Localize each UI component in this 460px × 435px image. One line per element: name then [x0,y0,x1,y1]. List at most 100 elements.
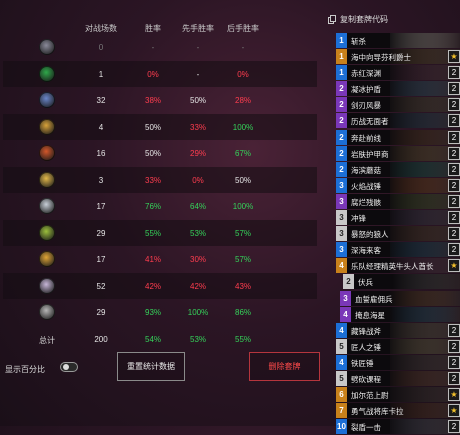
copy-deck-code-link[interactable]: 复制套牌代码 [328,14,388,25]
card-cost: 1 [336,65,347,81]
deck-card[interactable]: 3 深海来客 2 [336,242,460,258]
rogue-class-icon [39,118,55,135]
second-winrate-cell: 100% [232,202,254,211]
card-cost: 2 [336,97,347,113]
copy-icon [328,15,336,24]
deck-card[interactable]: 3 腐烂残骸 2 [336,193,460,209]
card-cost: 5 [336,338,347,354]
stats-table: 对战场数 胜率 先手胜率 后手胜率 0 - - - 1 0% - 0% 32 38% 50% 28% 4… [3,14,317,352]
copy-deck-code-label: 复制套牌代码 [340,15,388,24]
deck-card[interactable]: 6 加尔范上尉 ★ [336,387,460,403]
card-count-badge: 2 [448,355,460,369]
stats-row: 32 38% 50% 28% [3,87,317,114]
second-winrate-cell: 67% [234,149,252,158]
card-bar: 凝冰护盾 [347,81,460,97]
mage-class-icon [39,92,55,108]
card-cost: 3 [336,210,347,226]
deck-card[interactable]: 5 匠人之锤 2 [336,338,460,354]
winrate-cell: 55% [144,228,162,238]
deck-card[interactable]: 4 铁匠锤 2 [336,354,460,370]
card-name: 火焰战锤 [351,181,381,191]
deck-card[interactable]: 2 剑刃风暴 2 [336,97,460,113]
winrate-cell: 50% [144,122,162,132]
card-cost: 10 [336,419,347,435]
card-name: 裂盾一击 [351,423,381,433]
card-bar: 勇气战将库卡拉 [347,403,460,419]
second-winrate-cell: 57% [234,255,252,264]
card-bar: 岩肤护甲商 [347,145,460,161]
card-name: 勇气战将库卡拉 [351,407,404,417]
card-cost: 1 [336,33,347,48]
deck-card[interactable]: 1 海中向导芬利爵士 ★ [336,49,460,65]
deck-list: 1 斩杀 1 海中向导芬利爵士 ★ 1 赤红深渊 2 2 凝冰护盾 2 2 剑刃风暴 2 2 历战无面者 2 2 奔… [336,33,460,435]
card-bar: 加尔范上尉 [347,387,460,403]
winrate-cell: 33% [144,175,162,185]
card-cost: 3 [336,226,347,242]
stats-row: 17 76% 64% 100% [3,193,317,220]
winrate-cell: 50% [144,149,162,158]
show-percent-toggle[interactable] [60,362,78,372]
total-first-winrate: 53% [189,334,207,344]
delete-deck-button[interactable]: 删除套牌 [249,352,320,381]
deck-card[interactable]: 1 斩杀 [336,33,460,48]
deck-card[interactable]: 3 血誓雇佣兵 [340,290,460,306]
games-cell: 29 [96,308,106,317]
card-cost: 2 [336,81,347,97]
deck-card[interactable]: 2 奔赴前线 2 [336,129,460,145]
card-name: 冲锋 [351,214,366,224]
card-name: 腐烂残骸 [351,197,381,207]
deck-card[interactable]: 2 岩肤护甲商 2 [336,145,460,161]
card-bar: 藏锋战斧 [347,322,460,338]
card-bar: 腐烂残骸 [347,193,460,209]
shaman-class-icon [39,251,55,267]
total-games: 200 [94,334,108,344]
druid-class-icon [39,224,55,241]
stats-header: 对战场数 胜率 先手胜率 后手胜率 [3,14,317,34]
card-bar: 赤红深渊 [347,65,460,81]
games-cell: 4 [98,122,104,132]
card-bar: 血誓雇佣兵 [351,290,460,306]
deck-card[interactable]: 2 凝冰护盾 2 [336,81,460,97]
deck-card[interactable]: 2 海滨蘑菇 2 [336,161,460,177]
card-bar: 历战无面者 [347,113,460,129]
card-cost: 2 [336,113,347,129]
games-cell: 17 [96,255,106,264]
show-percent-label: 显示百分比 [5,365,45,374]
card-count-badge: 2 [448,82,460,96]
deck-card[interactable]: 3 冲锋 2 [336,210,460,226]
card-bar: 海中向导芬利爵士 [347,49,460,65]
card-cost: 2 [336,129,347,145]
deck-card[interactable]: 4 藏锋战斧 2 [336,322,460,338]
deck-card[interactable]: 4 掩息海星 [340,306,460,322]
deck-card[interactable]: 3 火焰战锤 2 [336,177,460,193]
card-bar: 剑刃风暴 [347,97,460,113]
stats-row: 0 - - - [3,34,317,61]
card-name: 劈砍课程 [351,374,381,384]
deck-card[interactable]: 3 暴怒的狼人 2 [336,226,460,242]
reset-stats-button[interactable]: 重置统计数据 [117,352,185,381]
card-name: 伏兵 [358,278,373,288]
second-winrate-cell: 0% [237,69,249,79]
deck-card[interactable]: 5 劈砍课程 2 [336,370,460,386]
second-winrate-cell: - [241,43,245,52]
card-cost: 4 [336,258,347,274]
deck-card[interactable]: 10 裂盾一击 2 [336,419,460,435]
first-winrate-cell: 33% [189,122,207,132]
card-name: 凝冰护盾 [351,85,381,95]
first-winrate-cell: 29% [189,149,207,158]
card-count-badge: 2 [448,420,460,434]
total-label: 总计 [39,335,55,345]
deck-card[interactable]: 7 勇气战将库卡拉 ★ [336,403,460,419]
stats-row: 29 55% 53% 57% [3,219,317,246]
deck-card[interactable]: 2 伏兵 [343,274,460,290]
first-winrate-cell: 30% [189,255,207,264]
card-cost: 7 [336,403,347,419]
card-name: 海滨蘑菇 [351,165,381,175]
second-winrate-cell: 43% [234,281,252,291]
stats-row: 3 33% 0% 50% [3,166,317,193]
deck-card[interactable]: 1 赤红深渊 2 [336,65,460,81]
card-cost: 4 [336,322,347,338]
second-winrate-cell: 100% [232,122,254,132]
deck-card[interactable]: 2 历战无面者 2 [336,113,460,129]
deck-card[interactable]: 4 乐队经理精英牛头人酋长 ★ [336,258,460,274]
